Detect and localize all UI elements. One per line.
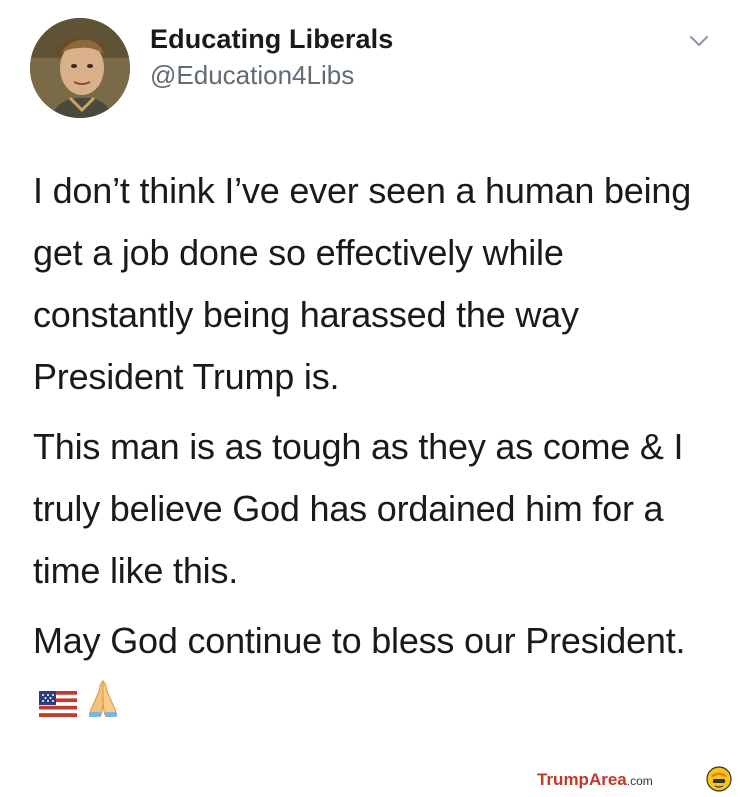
tweet-card: Educating Liberals @Education4Libs I don…	[0, 0, 740, 795]
avatar[interactable]	[30, 18, 130, 118]
watermark-text: TrumpArea.com	[537, 770, 653, 790]
display-name[interactable]: Educating Liberals	[150, 24, 393, 55]
tweet-paragraph: May God continue to bless our President.	[33, 620, 686, 661]
folded-hands-icon	[83, 674, 123, 736]
watermark-domain: .com	[626, 774, 653, 788]
tweet-paragraph: This man is as tough as they as come & I…	[33, 426, 684, 591]
watermark-site: TrumpArea	[537, 770, 627, 789]
user-handle[interactable]: @Education4Libs	[150, 60, 354, 91]
tweet-paragraph-final: May God continue to bless our President.	[33, 610, 713, 736]
profile-photo-icon	[30, 18, 130, 118]
tweet-paragraph: I don’t think I’ve ever seen a human bei…	[33, 170, 692, 397]
chevron-down-icon[interactable]	[688, 30, 710, 52]
us-flag-icon	[39, 674, 77, 736]
watermark-logo-icon	[706, 766, 732, 792]
tweet-text: I don’t think I’ve ever seen a human bei…	[33, 160, 713, 736]
